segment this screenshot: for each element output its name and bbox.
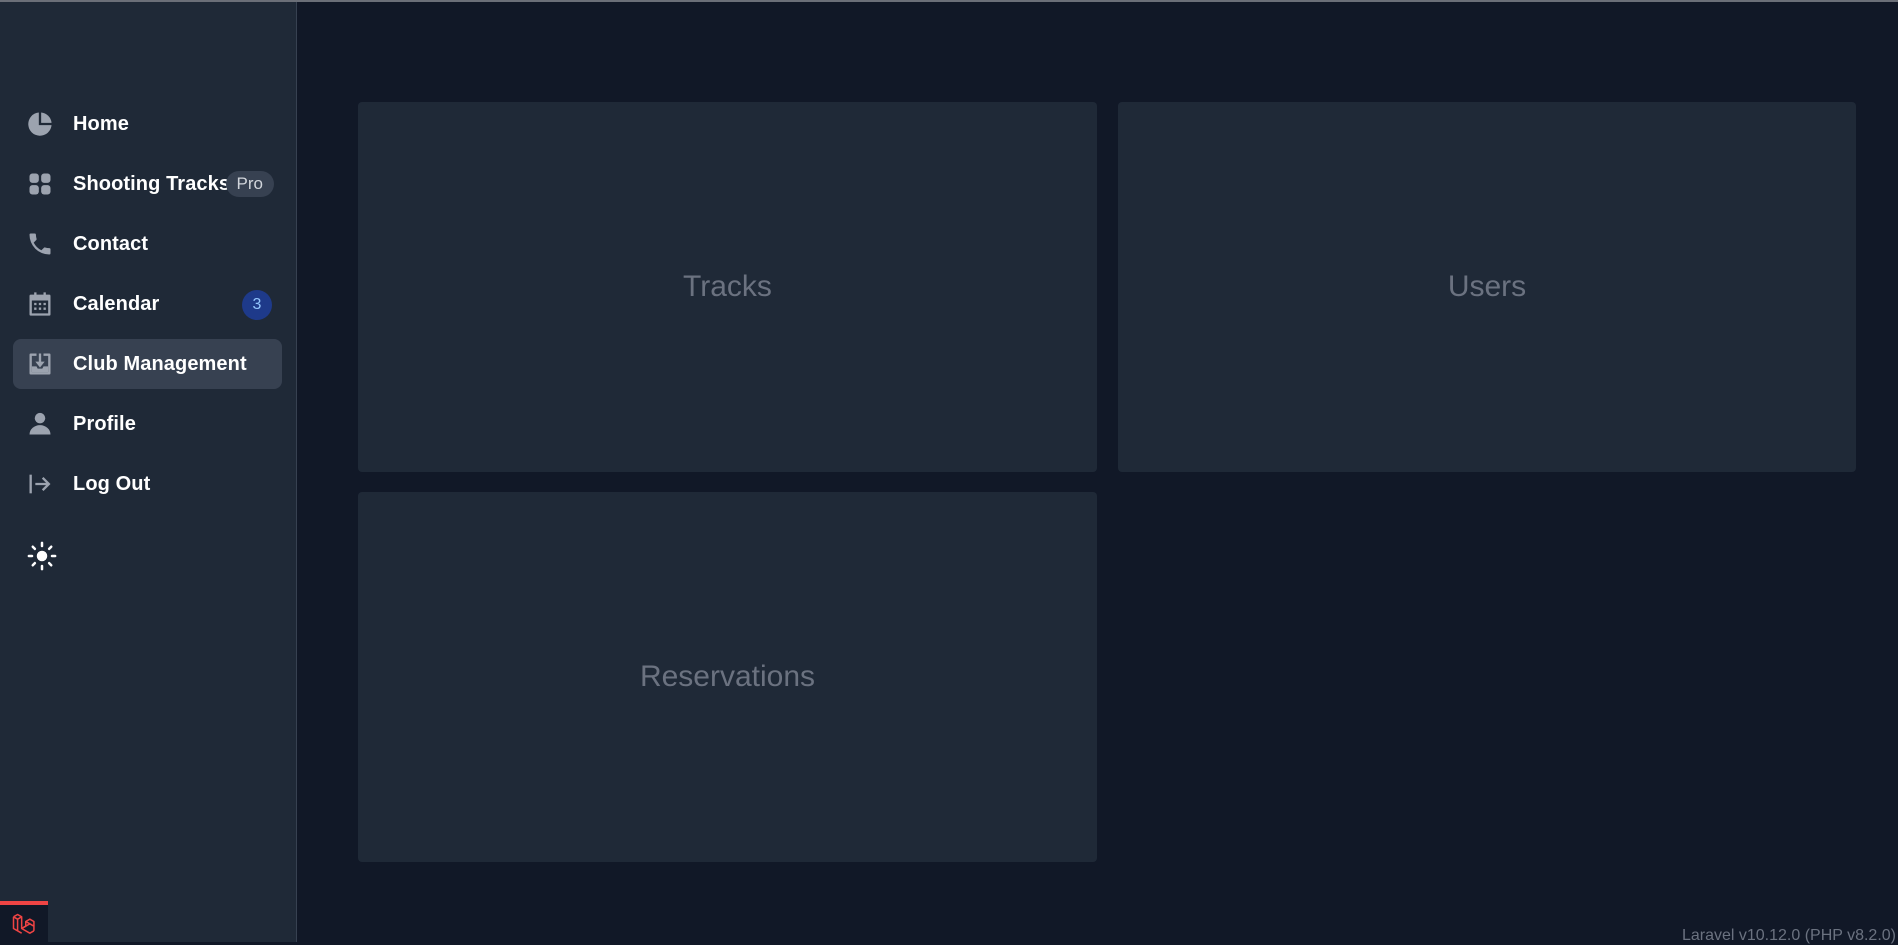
- sidebar-item-home[interactable]: Home: [13, 99, 282, 149]
- sidebar: Home Shooting Tracks Pro Contact Calenda…: [0, 2, 297, 944]
- main-content: Tracks Users Reservations Laravel v10.12…: [298, 2, 1898, 944]
- user-icon: [25, 409, 55, 439]
- version-footer: Laravel v10.12.0 (PHP v8.2.0): [1681, 927, 1896, 944]
- logout-icon: [25, 469, 55, 499]
- sidebar-item-profile[interactable]: Profile: [13, 399, 282, 449]
- sun-icon: [27, 541, 57, 571]
- sidebar-item-label: Home: [73, 112, 129, 135]
- sidebar-item-contact[interactable]: Contact: [13, 219, 282, 269]
- pie-chart-icon: [25, 109, 55, 139]
- sidebar-item-label: Contact: [73, 232, 149, 255]
- sidebar-item-label: Shooting Tracks: [73, 172, 231, 195]
- card-title: Users: [1447, 270, 1527, 303]
- sidebar-item-club-management[interactable]: Club Management: [13, 339, 282, 389]
- laravel-debug-button[interactable]: [0, 901, 48, 944]
- users-card[interactable]: Users: [1118, 102, 1856, 472]
- sidebar-item-log-out[interactable]: Log Out: [13, 459, 282, 509]
- theme-toggle-button[interactable]: [26, 540, 58, 572]
- calendar-count-badge: 3: [242, 290, 272, 320]
- tracks-card[interactable]: Tracks: [358, 102, 1097, 472]
- phone-icon: [25, 229, 55, 259]
- sidebar-item-label: Log Out: [73, 472, 151, 495]
- laravel-logo-icon: [12, 913, 35, 934]
- grid-icon: [25, 169, 55, 199]
- sidebar-item-label: Profile: [73, 412, 136, 435]
- reservations-card[interactable]: Reservations: [358, 492, 1097, 862]
- card-title: Reservations: [639, 660, 816, 693]
- calendar-icon: [25, 289, 55, 319]
- pro-badge: Pro: [225, 171, 274, 197]
- card-title: Tracks: [683, 270, 772, 303]
- sidebar-item-shooting-tracks[interactable]: Shooting Tracks Pro: [13, 159, 282, 209]
- sidebar-item-label: Club Management: [73, 352, 247, 375]
- sidebar-item-label: Calendar: [73, 292, 160, 315]
- sidebar-item-calendar[interactable]: Calendar 3: [13, 279, 282, 329]
- sidebar-nav: Home Shooting Tracks Pro Contact Calenda…: [13, 99, 282, 519]
- download-tray-icon: [25, 349, 55, 379]
